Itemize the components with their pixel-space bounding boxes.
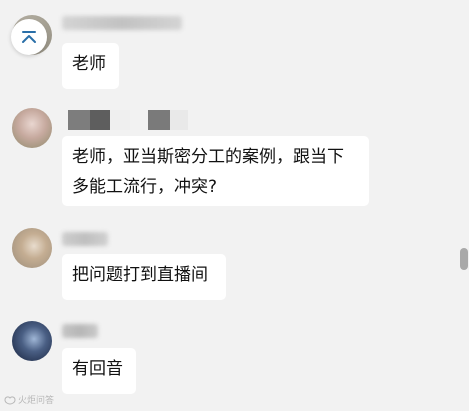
sender-name-redacted bbox=[62, 324, 98, 338]
message-bubble: 老师 bbox=[62, 43, 119, 89]
watermark-text: 火炬问答 bbox=[18, 396, 55, 406]
sender-name-redacted bbox=[62, 16, 182, 30]
vertical-scrollbar[interactable] bbox=[458, 0, 469, 411]
scroll-to-top-button[interactable] bbox=[11, 19, 47, 55]
avatar[interactable] bbox=[12, 108, 52, 148]
message-bubble: 把问题打到直播间 bbox=[62, 254, 226, 300]
avatar[interactable] bbox=[12, 228, 52, 268]
chat-message-list[interactable]: 老师 老师，亚当斯密分工的案例，跟当下 多能工流行，冲突? 把问题打到直播间 有… bbox=[0, 0, 469, 411]
watermark: 火炬问答 bbox=[4, 393, 54, 406]
message-bubble: 老师，亚当斯密分工的案例，跟当下 多能工流行，冲突? bbox=[62, 136, 369, 206]
scrollbar-thumb[interactable] bbox=[460, 248, 468, 270]
arrow-up-to-line-icon bbox=[22, 31, 36, 43]
sender-name-redacted bbox=[62, 232, 108, 246]
avatar[interactable] bbox=[12, 321, 52, 361]
brand-logo-icon bbox=[4, 395, 16, 405]
message-bubble: 有回音 bbox=[62, 348, 136, 394]
